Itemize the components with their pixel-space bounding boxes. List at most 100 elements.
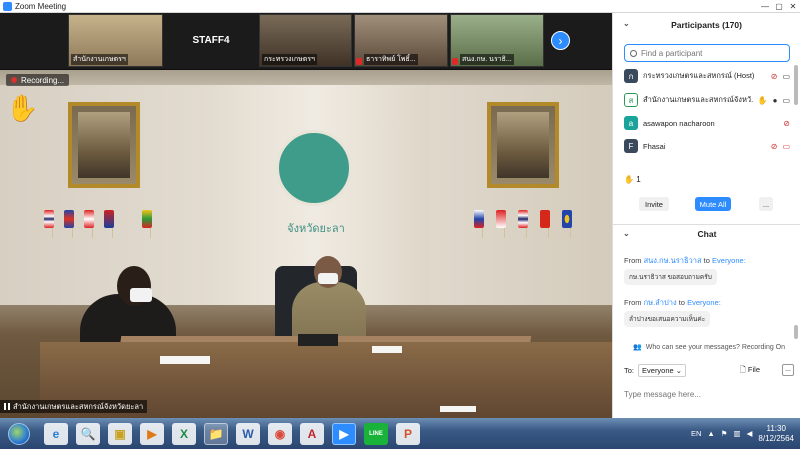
participant-search[interactable] xyxy=(624,44,790,62)
chat-scrollbar[interactable] xyxy=(794,325,798,339)
mic-muted-icon[interactable]: ⊘ xyxy=(771,72,778,81)
window-title-bar: Zoom Meeting — ▢ ✕ xyxy=(0,0,800,13)
volume-icon[interactable]: ◀ xyxy=(747,429,753,438)
taskbar-app-acrobat-icon[interactable]: A xyxy=(300,422,324,445)
chevron-up-icon[interactable]: ▲ xyxy=(707,429,714,438)
flag xyxy=(84,210,94,228)
chat-header: ⌄ Chat xyxy=(613,224,800,242)
participants-scrollbar[interactable] xyxy=(794,65,798,105)
mute-all-button[interactable]: Mute All xyxy=(695,197,731,211)
participants-title: Participants (170) xyxy=(671,20,742,30)
flag-icon[interactable]: ⚑ xyxy=(721,429,728,438)
chat-sender-line: From กษ.ลำปาง to Everyone: xyxy=(624,298,721,307)
video-tile[interactable]: สำนักงานเกษตรฯ xyxy=(68,14,163,67)
desk-monitor xyxy=(298,334,338,346)
recipient-dropdown[interactable]: Everyone ⌄ xyxy=(638,363,687,377)
participant-avatar: a xyxy=(624,116,638,130)
chat-title: Chat xyxy=(697,228,717,239)
clock-date: 8/12/2564 xyxy=(758,433,794,443)
raised-hand-icon: ✋ xyxy=(6,93,39,123)
taskbar-app-box-icon[interactable]: ▣ xyxy=(108,422,132,445)
flag xyxy=(518,210,528,228)
tile-name: กระทรวงเกษตรฯ xyxy=(262,54,317,65)
next-page-button[interactable]: › xyxy=(551,31,570,50)
chat-message-input[interactable] xyxy=(624,379,794,409)
minimize-button[interactable]: — xyxy=(758,2,772,11)
chat-recipient: Everyone: xyxy=(712,256,746,265)
taskbar-app-excel-icon[interactable]: X xyxy=(172,422,196,445)
file-button[interactable]: 🗋 File xyxy=(740,364,760,377)
taskbar-app-media-icon[interactable]: ▶ xyxy=(140,422,164,445)
collapse-chevron-icon[interactable]: ⌄ xyxy=(623,19,630,28)
tile-name: ธาราทิพย์ โพธิ์... xyxy=(364,54,418,65)
to-label: To: xyxy=(624,365,635,375)
flag xyxy=(64,210,74,228)
participant-name: asawapon nacharoon xyxy=(643,118,715,128)
screen: Zoom Meeting — ▢ ✕ สำนักงานเกษตรฯ STAFF4… xyxy=(0,0,800,449)
taskbar-app-chrome-icon[interactable]: ◉ xyxy=(268,422,292,445)
more-participant-options-button[interactable]: ... xyxy=(759,197,773,211)
participant-row[interactable]: F Fhasai ⊘ ▭ xyxy=(624,137,790,155)
signal-icon xyxy=(4,403,10,410)
raised-hand-icon: ✋ xyxy=(757,95,768,105)
mic-icon[interactable]: ● xyxy=(773,96,778,105)
taskbar: e 🔍 ▣ ▶ X 📁 W ◉ A ▶ LINE P EN ▲ ⚑ ▥ ◀ 11:30 8/12/25… xyxy=(0,418,800,449)
side-panel: ⌄ Participants (170) ก กระทรวงเกษตรและสห… xyxy=(612,13,800,418)
mic-muted-icon[interactable]: ⊘ xyxy=(771,142,778,151)
active-speaker-video: จังหวัดยะลา xyxy=(0,70,612,418)
visibility-note-text: Who can see your messages? Recording On xyxy=(645,343,786,351)
paper xyxy=(160,356,210,364)
participant-name: Fhasai xyxy=(643,141,666,151)
participant-search-input[interactable] xyxy=(641,48,781,58)
file-label: File xyxy=(747,364,760,374)
video-tile-name-only[interactable]: STAFF4 xyxy=(165,14,257,67)
participants-header: ⌄ Participants (170) xyxy=(613,13,800,37)
tile-name: STAFF4 xyxy=(192,35,230,46)
mic-muted-icon[interactable]: ⊘ xyxy=(783,119,790,128)
recording-indicator[interactable]: Recording... xyxy=(6,74,70,86)
raised-hands-number: 1 xyxy=(636,175,641,184)
flag xyxy=(104,210,114,228)
flag xyxy=(44,210,54,228)
chat-recipient: Everyone: xyxy=(687,298,721,307)
chat-visibility-note[interactable]: 👥 Who can see your messages? Recording O… xyxy=(633,343,786,352)
chevron-down-icon: ⌄ xyxy=(675,365,683,375)
province-name-text: จังหวัดยะลา xyxy=(287,223,345,235)
maximize-button[interactable]: ▢ xyxy=(772,2,786,11)
tile-name: สนง.กษ. นราธิ... xyxy=(460,54,514,65)
clock[interactable]: 11:30 8/12/2564 xyxy=(758,424,794,444)
video-off-icon[interactable]: ▭ xyxy=(782,142,790,151)
chat-sender[interactable]: กษ.ลำปาง xyxy=(644,298,677,307)
close-button[interactable]: ✕ xyxy=(786,2,800,11)
chat-message: ลำปางขอเสนอความเห็นค่ะ xyxy=(624,311,711,327)
filmstrip: สำนักงานเกษตรฯ STAFF4 กระทรวงเกษตรฯ ธารา… xyxy=(0,13,612,69)
chat-sender[interactable]: สนง.กษ.นราธิวาส xyxy=(644,256,702,265)
collapse-chevron-icon[interactable]: ⌄ xyxy=(623,229,630,238)
video-tile[interactable]: สนง.กษ. นราธิ... xyxy=(450,14,544,67)
participant-name: กระทรวงเกษตรและสหกรณ์ (Host) xyxy=(643,71,755,80)
participant-row[interactable]: ก กระทรวงเกษตรและสหกรณ์ (Host) ⊘ ▭ xyxy=(624,67,790,85)
video-icon[interactable]: ▭ xyxy=(782,72,790,81)
taskbar-app-powerpoint-icon[interactable]: P xyxy=(396,422,420,445)
video-icon[interactable]: ▭ xyxy=(782,96,790,105)
taskbar-app-line-icon[interactable]: LINE xyxy=(364,422,388,445)
language-indicator[interactable]: EN xyxy=(691,429,701,438)
search-icon xyxy=(630,49,637,57)
taskbar-app-word-icon[interactable]: W xyxy=(236,422,260,445)
video-tile[interactable]: กระทรวงเกษตรฯ xyxy=(259,14,352,67)
taskbar-app-search-icon[interactable]: 🔍 xyxy=(76,422,100,445)
clock-time: 11:30 xyxy=(766,423,786,433)
participant-row[interactable]: a asawapon nacharoon ⊘ xyxy=(624,114,790,132)
chat-message: กษ.นราธิวาส ขอสอบถามครับ xyxy=(624,269,717,285)
chat-more-button[interactable]: ... xyxy=(782,364,794,376)
invite-button[interactable]: Invite xyxy=(639,197,669,211)
taskbar-app-zoom-icon[interactable]: ▶ xyxy=(332,422,356,445)
start-button[interactable] xyxy=(8,422,30,445)
active-speaker-name: สำนักงานเกษตรและสหกรณ์จังหวัดยะลา xyxy=(0,400,148,413)
taskbar-app-folder-icon[interactable]: 📁 xyxy=(204,422,228,445)
participant-row[interactable]: ส สำนักงานเกษตรและสหกรณ์จังหวั... ✋ ● ▭ xyxy=(624,91,790,109)
window-title: Zoom Meeting xyxy=(15,1,67,11)
video-tile[interactable]: ธาราทิพย์ โพธิ์... xyxy=(354,14,448,67)
network-icon[interactable]: ▥ xyxy=(734,429,741,438)
taskbar-app-ie-icon[interactable]: e xyxy=(44,422,68,445)
